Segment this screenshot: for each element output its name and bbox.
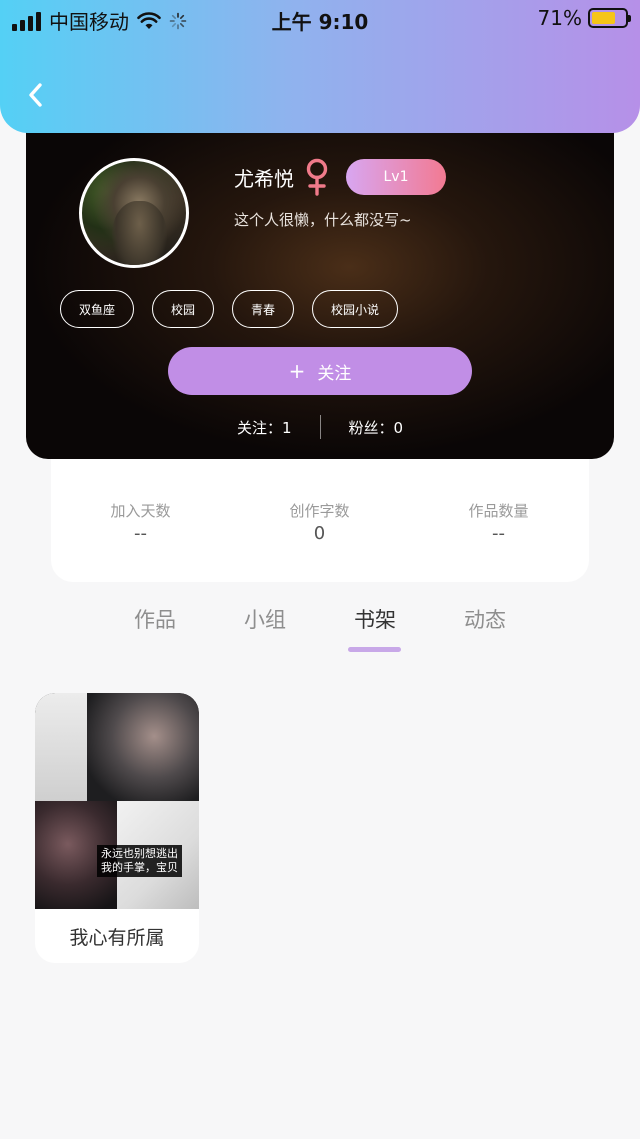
- top-header: 中国移动 上午 9:10 71%: [0, 0, 640, 133]
- book-cover-image: 永远也别想逃出 我的手掌，宝贝: [35, 693, 199, 909]
- tab-moments[interactable]: 动态: [430, 604, 540, 634]
- bookshelf-item[interactable]: 永远也别想逃出 我的手掌，宝贝 我心有所属: [35, 693, 199, 963]
- female-icon: [306, 158, 328, 196]
- plus-icon: +: [288, 359, 306, 383]
- book-title: 我心有所属: [69, 927, 165, 949]
- cover-caption-line: 永远也别想逃出: [101, 847, 178, 860]
- user-name: 尤希悦: [234, 166, 294, 191]
- battery-percent: 71%: [537, 6, 582, 30]
- avatar-photo-figure: [112, 201, 167, 265]
- stat-label: 作品数量: [468, 502, 529, 520]
- following-count[interactable]: 关注：1: [237, 417, 292, 438]
- active-tab-underline: [348, 647, 401, 652]
- name-row: 尤希悦 Lv1: [234, 158, 446, 196]
- tag-item[interactable]: 校园小说: [312, 290, 399, 328]
- profile-card: 尤希悦 Lv1 这个人很懒，什么都没写~ 双鱼座 校园 青春 校园小说 + 关注…: [26, 110, 614, 459]
- stat-label: 加入天数: [110, 502, 171, 520]
- user-bio: 这个人很懒，什么都没写~: [234, 211, 412, 229]
- tab-groups[interactable]: 小组: [210, 604, 320, 634]
- status-right: 71%: [537, 6, 631, 30]
- stat-works-count: 作品数量 --: [409, 500, 588, 544]
- stat-value: --: [134, 523, 147, 544]
- tag-list: 双鱼座 校园 青春 校园小说: [60, 290, 399, 328]
- battery-icon: [588, 8, 631, 28]
- tab-bookshelf[interactable]: 书架: [320, 604, 430, 634]
- status-bar: 中国移动 上午 9:10 71%: [0, 0, 640, 36]
- avatar[interactable]: [79, 158, 189, 268]
- battery-level-fill: [592, 12, 615, 24]
- profile-tabs: 作品 小组 书架 动态: [100, 604, 540, 654]
- tag-item[interactable]: 青春: [232, 290, 295, 328]
- stat-label: 创作字数: [289, 502, 350, 520]
- cover-caption: 永远也别想逃出 我的手掌，宝贝: [97, 845, 182, 877]
- stat-value: --: [492, 523, 505, 544]
- follow-counts: 关注：1 粉丝：0: [26, 410, 614, 444]
- level-badge: Lv1: [346, 159, 446, 195]
- back-button[interactable]: [20, 78, 50, 112]
- stat-word-count: 创作字数 0: [230, 500, 409, 544]
- stat-join-days: 加入天数 --: [51, 500, 230, 544]
- tag-item[interactable]: 校园: [152, 290, 215, 328]
- cover-caption-line: 我的手掌，宝贝: [101, 861, 178, 874]
- follow-button[interactable]: + 关注: [168, 347, 472, 395]
- followers-count[interactable]: 粉丝：0: [349, 417, 404, 438]
- stat-value: 0: [313, 523, 326, 544]
- counts-divider: [319, 415, 321, 439]
- follow-button-label: 关注: [317, 363, 352, 384]
- tag-item[interactable]: 双鱼座: [60, 290, 135, 328]
- tab-works[interactable]: 作品: [100, 604, 210, 634]
- chevron-left-icon: [29, 83, 42, 107]
- stats-card: 加入天数 -- 创作字数 0 作品数量 --: [51, 440, 589, 582]
